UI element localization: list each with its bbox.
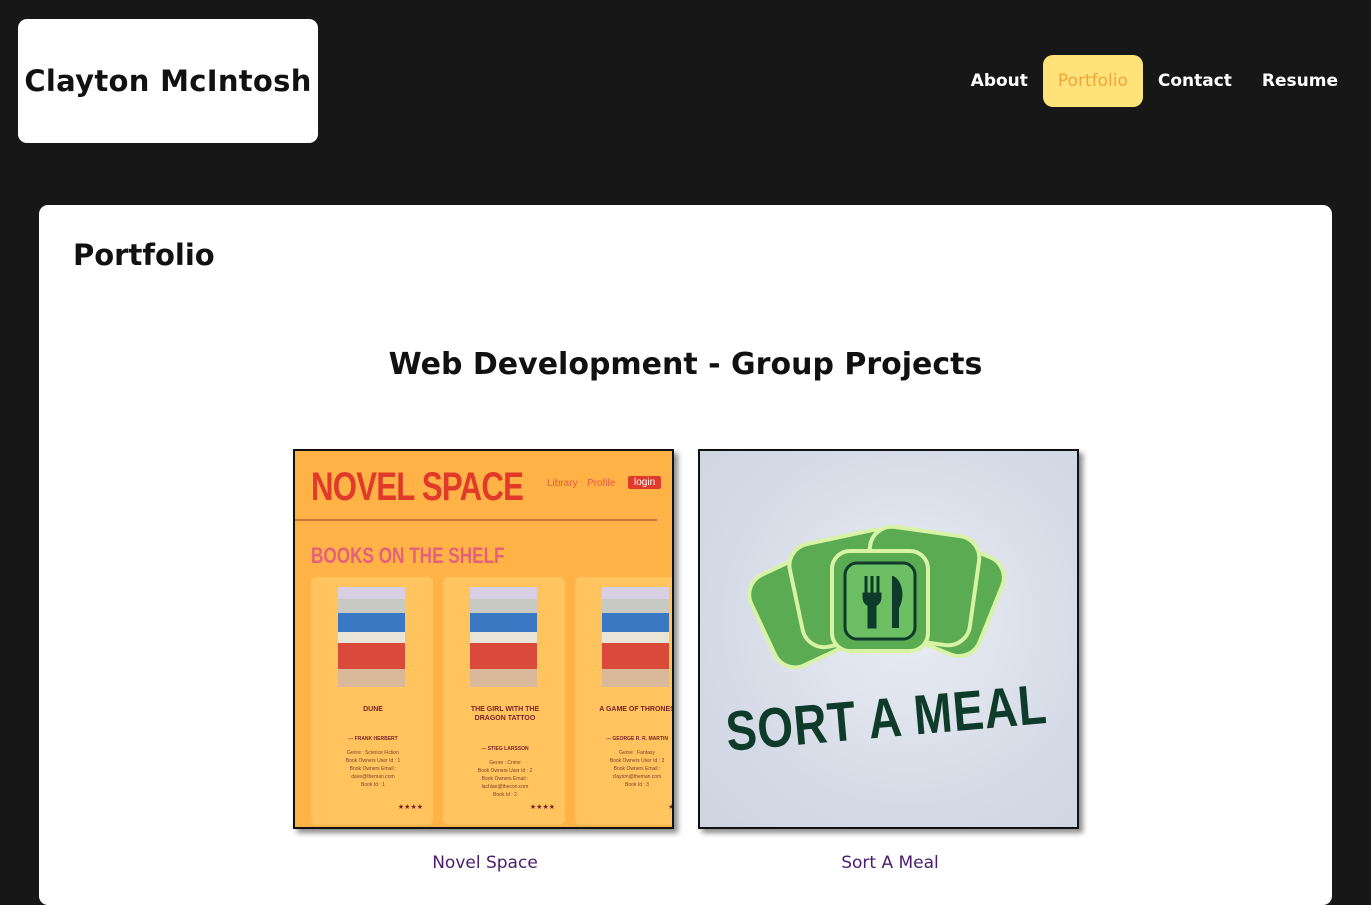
book-owner-email-label: Book Owners Email :: [481, 776, 529, 782]
book-title: A GAME OF THRONES: [599, 706, 674, 713]
novel-space-heading: BOOKS ON THE SHELF: [311, 543, 505, 568]
book-title: DUNE: [363, 706, 383, 713]
project-link-sort-a-meal[interactable]: Sort A Meal: [698, 853, 1082, 873]
nav-resume[interactable]: Resume: [1247, 55, 1353, 107]
sort-a-meal-thumbnail[interactable]: SORT A MEAL: [698, 449, 1079, 829]
site-header: Clayton McIntosh About Portfolio Contact…: [0, 0, 1371, 170]
book-card: THE GIRL WITH THE DRAGON TATTOO --- STIE…: [443, 577, 565, 825]
novel-space-library-link: Library: [547, 478, 578, 489]
book-genre: Genre : Fantasy: [619, 750, 655, 756]
novel-space-logo: NOVEL SPACE: [311, 465, 524, 509]
book-stack-image: [338, 587, 405, 687]
brand-logo-box[interactable]: Clayton McIntosh: [18, 19, 318, 143]
book-owner-email-label: Book Owners Email :: [613, 766, 661, 772]
book-owner-email: dave@theman.com: [351, 774, 395, 780]
project-card-sort-a-meal: SORT A MEAL Sort A Meal: [698, 449, 1082, 873]
book-author: --- STIEG LARSSON: [481, 746, 529, 752]
nav-about[interactable]: About: [956, 55, 1043, 107]
novel-space-screenshot: NOVEL SPACE Library Profile login BOOKS …: [295, 451, 672, 827]
book-id: Book Id : 1: [361, 782, 385, 788]
book-genre: Genre : Science Fiction: [347, 750, 399, 756]
project-link-novel-space[interactable]: Novel Space: [293, 853, 677, 873]
nav-portfolio[interactable]: Portfolio: [1042, 55, 1143, 107]
book-rating: ★★★★: [529, 803, 555, 811]
nav-contact[interactable]: Contact: [1143, 55, 1247, 107]
book-stack-image: [470, 587, 537, 687]
sort-a-meal-cards-icon: [747, 524, 1006, 670]
book-owner-id: Book Owners User Id : 2: [477, 768, 533, 774]
book-title: THE GIRL WITH THE DRAGON TATTOO: [470, 706, 540, 722]
book-meta: --- GEORGE R. R. MARTIN Genre : Fantasy …: [587, 735, 672, 789]
book-owner-email: lachlan@thecon.com: [481, 784, 529, 790]
book-meta: --- FRANK HERBERT Genre : Science Fictio…: [323, 735, 423, 789]
project-gallery: NOVEL SPACE Library Profile login BOOKS …: [293, 449, 1082, 873]
book-rating: ★★★: [668, 803, 674, 811]
section-title: Web Development - Group Projects: [388, 347, 983, 382]
novel-space-profile-link: Profile: [587, 478, 616, 489]
portfolio-panel: Portfolio Web Development - Group Projec…: [39, 205, 1332, 905]
main-nav: About Portfolio Contact Resume: [956, 55, 1353, 107]
book-stack-image: [602, 587, 669, 687]
book-owner-email-label: Book Owners Email :: [349, 766, 397, 772]
page-title: Portfolio: [73, 238, 215, 272]
book-card: DUNE --- FRANK HERBERT Genre : Science F…: [311, 577, 433, 825]
book-card: A GAME OF THRONES --- GEORGE R. R. MARTI…: [575, 577, 674, 825]
book-genre: Genre : Crime: [489, 760, 521, 766]
book-id: Book Id : 3: [625, 782, 649, 788]
project-card-novel-space: NOVEL SPACE Library Profile login BOOKS …: [293, 449, 677, 873]
book-rating: ★★★★: [397, 803, 423, 811]
book-owner-id: Book Owners User Id : 1: [345, 758, 401, 764]
book-owner-email: clayton@theman.com: [612, 774, 662, 780]
book-meta: --- STIEG LARSSON Genre : Crime Book Own…: [455, 745, 555, 799]
brand-name: Clayton McIntosh: [24, 63, 312, 98]
novel-space-divider: [295, 519, 657, 521]
sort-a-meal-logo-image: SORT A MEAL: [700, 451, 1077, 827]
book-author: --- GEORGE R. R. MARTIN: [606, 736, 668, 742]
book-author: --- FRANK HERBERT: [348, 736, 398, 742]
book-id: Book Id : 2: [493, 792, 517, 798]
novel-space-login-button: login: [628, 476, 662, 489]
book-owner-id: Book Owners User Id : 3: [609, 758, 665, 764]
novel-space-thumbnail[interactable]: NOVEL SPACE Library Profile login BOOKS …: [293, 449, 674, 829]
